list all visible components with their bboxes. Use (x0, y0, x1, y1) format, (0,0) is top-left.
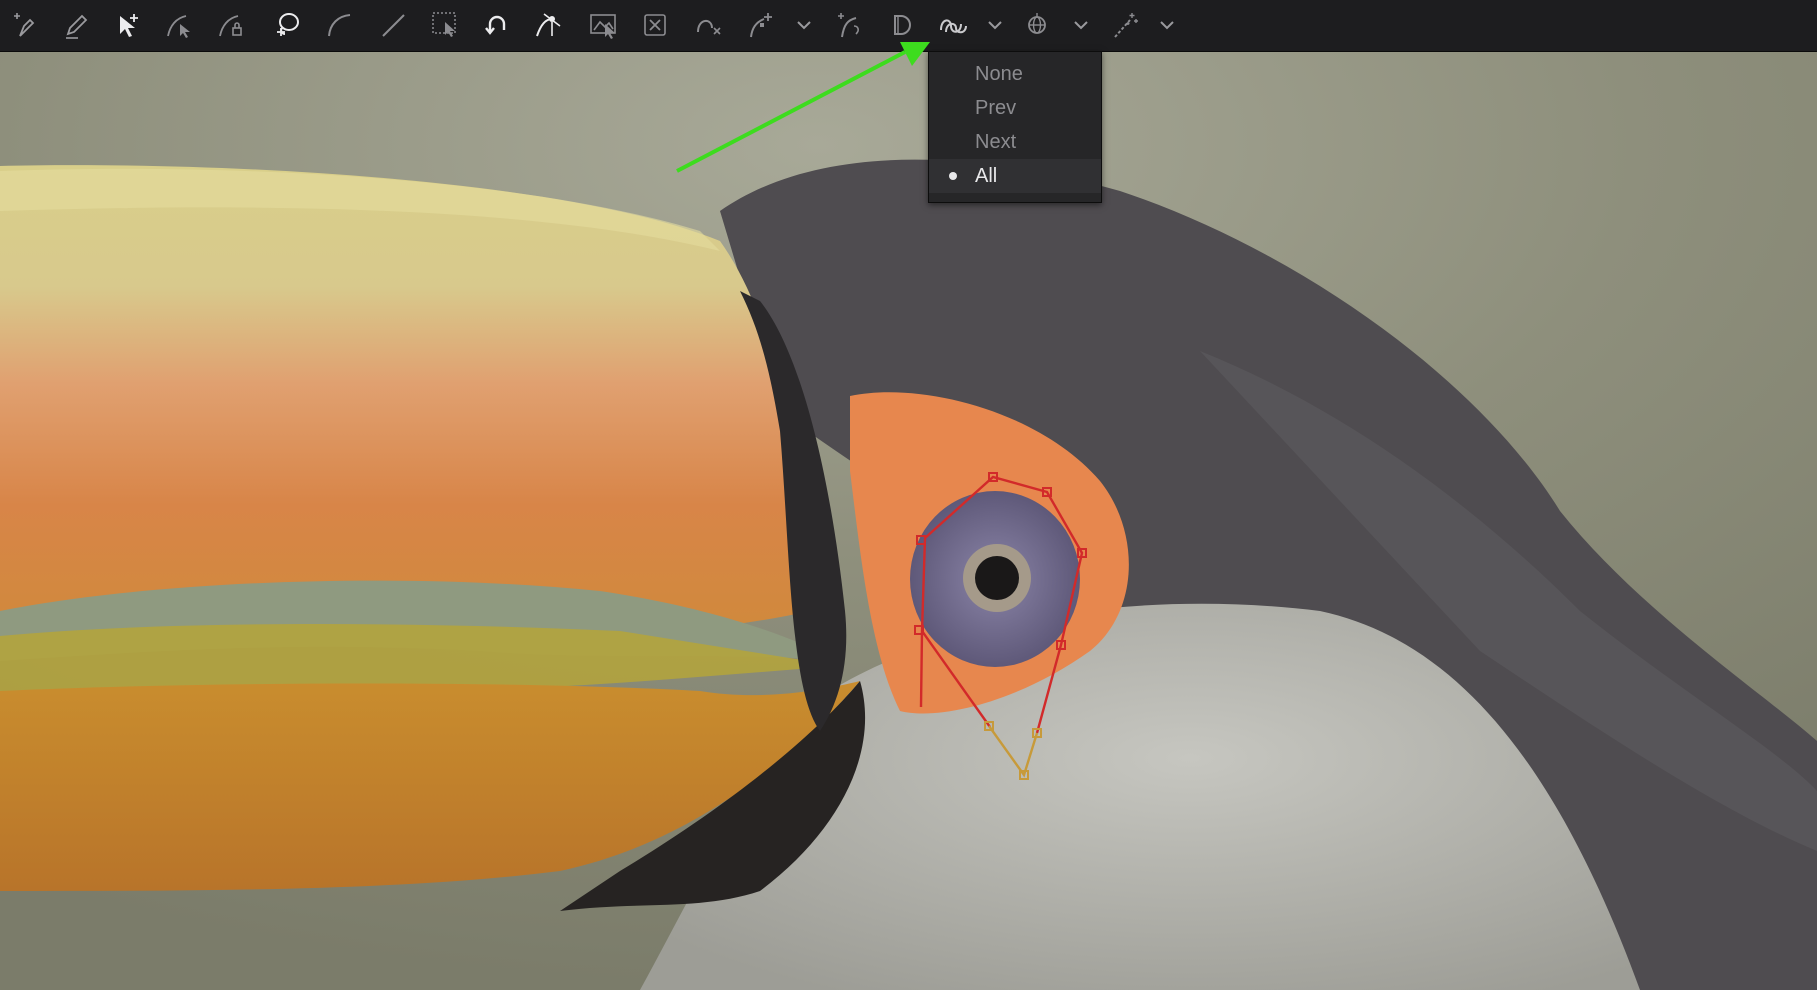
d-shape-icon[interactable] (882, 6, 920, 44)
line-icon[interactable] (374, 6, 412, 44)
chevron-down-icon[interactable] (976, 6, 1014, 44)
pencil-icon[interactable] (56, 6, 94, 44)
chevron-down-icon[interactable] (1062, 6, 1100, 44)
onion-skin-menu: None Prev Next All (928, 51, 1102, 203)
lasso-add-icon[interactable] (268, 6, 306, 44)
menu-option-label: All (975, 164, 998, 187)
selected-dot-icon (949, 172, 957, 180)
menu-option-label: Next (975, 130, 1017, 153)
menu-option-next[interactable]: Next (929, 125, 1101, 159)
select-add-icon[interactable] (108, 6, 146, 44)
marquee-select-icon[interactable] (426, 6, 464, 44)
menu-option-label: Prev (975, 96, 1017, 119)
menu-option-all[interactable]: All (929, 159, 1101, 193)
toolbar (0, 0, 1817, 52)
undo-curve-icon[interactable] (478, 6, 516, 44)
delete-x-icon[interactable] (636, 6, 674, 44)
polyline-lock-icon[interactable] (212, 6, 250, 44)
viewer-canvas[interactable] (0, 51, 1817, 990)
menu-option-label: None (975, 62, 1023, 85)
chevron-down-icon[interactable] (1148, 6, 1186, 44)
add-handle-icon[interactable] (742, 6, 780, 44)
bezier-select-icon[interactable] (160, 6, 198, 44)
onion-skin-icon[interactable] (934, 6, 972, 44)
menu-option-none[interactable]: None (929, 57, 1101, 91)
chevron-down-icon[interactable] (785, 6, 823, 44)
reshape-icon[interactable] (830, 6, 868, 44)
transform-box-icon[interactable] (584, 6, 622, 44)
node-edit-icon[interactable] (530, 6, 568, 44)
toucan-photo (0, 51, 1817, 990)
magic-wand-icon[interactable] (1106, 6, 1144, 44)
smooth-x-icon[interactable] (690, 6, 728, 44)
curve-icon[interactable] (320, 6, 358, 44)
add-point-pen-icon[interactable] (6, 6, 44, 44)
menu-option-prev[interactable]: Prev (929, 91, 1101, 125)
mesh-icon[interactable] (1018, 6, 1056, 44)
